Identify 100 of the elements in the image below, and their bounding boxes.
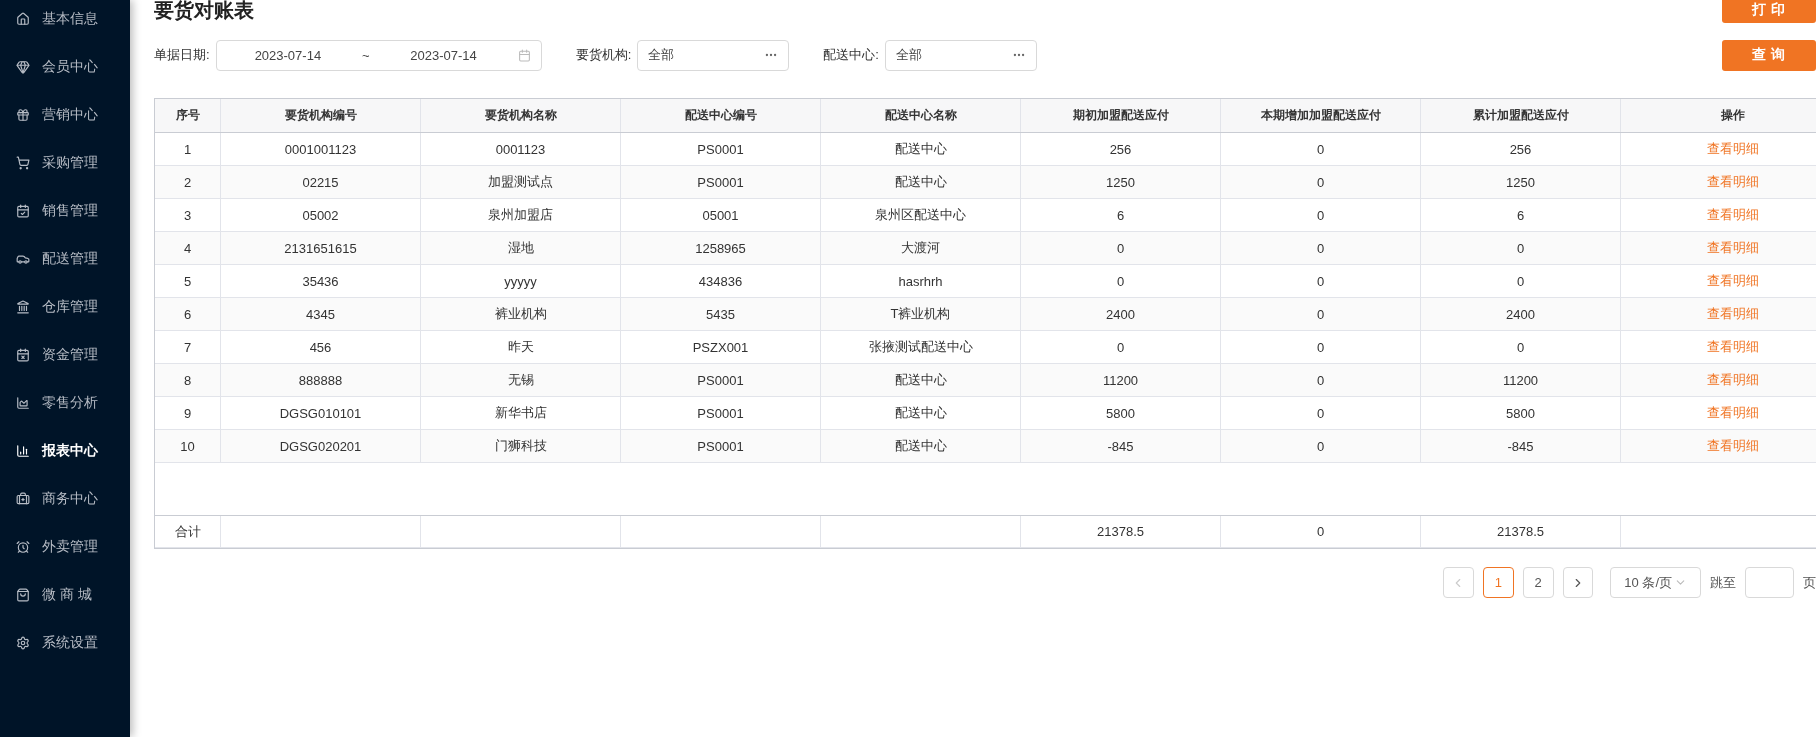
table-cell: 0 bbox=[1221, 232, 1421, 264]
table-cell: 6 bbox=[1421, 199, 1621, 231]
sidebar-item[interactable]: 营销中心 bbox=[0, 91, 130, 139]
sidebar-item[interactable]: 仓库管理 bbox=[0, 283, 130, 331]
column-header: 要货机构名称 bbox=[421, 99, 621, 132]
briefcase-icon bbox=[16, 492, 30, 506]
table-cell: 门狮科技 bbox=[421, 430, 621, 462]
table-cell: 2131651615 bbox=[221, 232, 421, 264]
sidebar-item[interactable]: 微 商 城 bbox=[0, 571, 130, 619]
sidebar-item[interactable]: 销售管理 bbox=[0, 187, 130, 235]
table-cell: 256 bbox=[1021, 133, 1221, 165]
table-cell: 5435 bbox=[621, 298, 821, 330]
table-cell: 0 bbox=[1221, 265, 1421, 297]
table-cell: 0001001123 bbox=[221, 133, 421, 165]
table-cell: 张掖测试配送中心 bbox=[821, 331, 1021, 363]
table-cell: 配送中心 bbox=[821, 166, 1021, 198]
table-cell: 6 bbox=[1021, 199, 1221, 231]
filter-label: 单据日期: bbox=[154, 46, 210, 64]
table-cell: 1250 bbox=[1021, 166, 1221, 198]
table-cell: 泉州加盟店 bbox=[421, 199, 621, 231]
table-cell: 0 bbox=[1421, 232, 1621, 264]
sidebar-item[interactable]: 商务中心 bbox=[0, 475, 130, 523]
page-size-select[interactable]: 10 条/页 bbox=[1610, 567, 1701, 598]
alarm-icon bbox=[16, 540, 30, 554]
sidebar-item[interactable]: 会员中心 bbox=[0, 43, 130, 91]
table-cell: 0 bbox=[1221, 331, 1421, 363]
cart-icon bbox=[16, 156, 30, 170]
next-page-button[interactable] bbox=[1562, 567, 1594, 598]
sidebar-item[interactable]: 系统设置 bbox=[0, 619, 130, 667]
table-cell: PS0001 bbox=[621, 430, 821, 462]
table-cell: DGSG020201 bbox=[221, 430, 421, 462]
table-cell: PS0001 bbox=[621, 166, 821, 198]
table-cell: hasrhrh bbox=[821, 265, 1021, 297]
sidebar-item[interactable]: 配送管理 bbox=[0, 235, 130, 283]
table-cell: 9 bbox=[155, 397, 221, 429]
table-cell: 0 bbox=[1421, 331, 1621, 363]
table-cell: 2400 bbox=[1021, 298, 1221, 330]
house-icon bbox=[16, 12, 30, 26]
table-cell: 21378.5 bbox=[1021, 516, 1221, 547]
table-cell: 大渡河 bbox=[821, 232, 1021, 264]
table-cell: 0 bbox=[1021, 265, 1221, 297]
gift-icon bbox=[16, 108, 30, 122]
bar-chart-icon bbox=[16, 444, 30, 458]
settings-icon bbox=[16, 636, 30, 650]
select-field[interactable]: 全部 bbox=[637, 39, 790, 71]
table-cell: 湿地 bbox=[421, 232, 621, 264]
table-cell: yyyyy bbox=[421, 265, 621, 297]
table-cell: 配送中心 bbox=[821, 364, 1021, 396]
table-cell: 配送中心 bbox=[821, 430, 1021, 462]
sidebar-item[interactable]: 基本信息 bbox=[0, 0, 130, 43]
column-header: 期初加盟配送应付 bbox=[1021, 99, 1221, 132]
table-cell: 456 bbox=[221, 331, 421, 363]
table-cell: 0 bbox=[1221, 133, 1421, 165]
bag-icon bbox=[16, 588, 30, 602]
page-input[interactable] bbox=[1744, 567, 1794, 598]
table-cell: 0 bbox=[1221, 516, 1421, 547]
table-cell: 11200 bbox=[1421, 364, 1621, 396]
car-icon bbox=[16, 252, 30, 266]
table-cell: PS0001 bbox=[621, 133, 821, 165]
table-cell: 昨天 bbox=[421, 331, 621, 363]
filter-label: 配送中心: bbox=[823, 46, 879, 64]
select-field[interactable]: 全部 bbox=[884, 39, 1037, 71]
table-cell: 4345 bbox=[221, 298, 421, 330]
bank-icon bbox=[16, 300, 30, 314]
table-cell: 新华书店 bbox=[421, 397, 621, 429]
table-cell: 0 bbox=[1221, 199, 1421, 231]
filter-label: 要货机构: bbox=[575, 46, 632, 64]
calendar-icon bbox=[517, 48, 531, 62]
sidebar-item[interactable]: 外卖管理 bbox=[0, 523, 130, 571]
table-cell: 3 bbox=[155, 199, 221, 231]
table-cell: 0 bbox=[1221, 364, 1421, 396]
sidebar-item[interactable]: 零售分析 bbox=[0, 379, 130, 427]
page-button[interactable]: 2 bbox=[1522, 567, 1554, 598]
table-cell: 0 bbox=[1221, 430, 1421, 462]
table-cell: 35436 bbox=[221, 265, 421, 297]
table-cell: 05001 bbox=[621, 199, 821, 231]
jump-label: 跳至 bbox=[1709, 573, 1736, 592]
previous-page-button[interactable] bbox=[1443, 567, 1474, 598]
sidebar-item[interactable]: 资金管理 bbox=[0, 331, 130, 379]
table-cell: 2 bbox=[155, 166, 221, 198]
table-cell: 0 bbox=[1221, 166, 1421, 198]
table-cell: 5800 bbox=[1021, 397, 1221, 429]
table-cell: 0 bbox=[1221, 298, 1421, 330]
table-cell: -845 bbox=[1421, 430, 1621, 462]
table-cell: PSZX001 bbox=[621, 331, 821, 363]
table-cell: 2400 bbox=[1421, 298, 1621, 330]
column-header: 配送中心名称 bbox=[821, 99, 1021, 132]
table-cell: 0 bbox=[1221, 397, 1421, 429]
column-header: 要货机构编号 bbox=[221, 99, 421, 132]
date-range-field[interactable]: 2023-07-14 ~ 2023-07-14 bbox=[215, 39, 542, 71]
column-header: 累计加盟配送应付 bbox=[1421, 99, 1621, 132]
table-cell: -845 bbox=[1021, 430, 1221, 462]
page-title: 要货对账表 bbox=[154, 0, 254, 22]
table-cell: 1250 bbox=[1421, 166, 1621, 198]
table-cell: 6 bbox=[155, 298, 221, 330]
sidebar-item[interactable]: 报表中心 bbox=[0, 427, 130, 475]
gem-icon bbox=[16, 60, 30, 74]
sidebar-item[interactable]: 采购管理 bbox=[0, 139, 130, 187]
column-header: 操作 bbox=[1621, 99, 1816, 132]
table-cell: PS0001 bbox=[621, 364, 821, 396]
